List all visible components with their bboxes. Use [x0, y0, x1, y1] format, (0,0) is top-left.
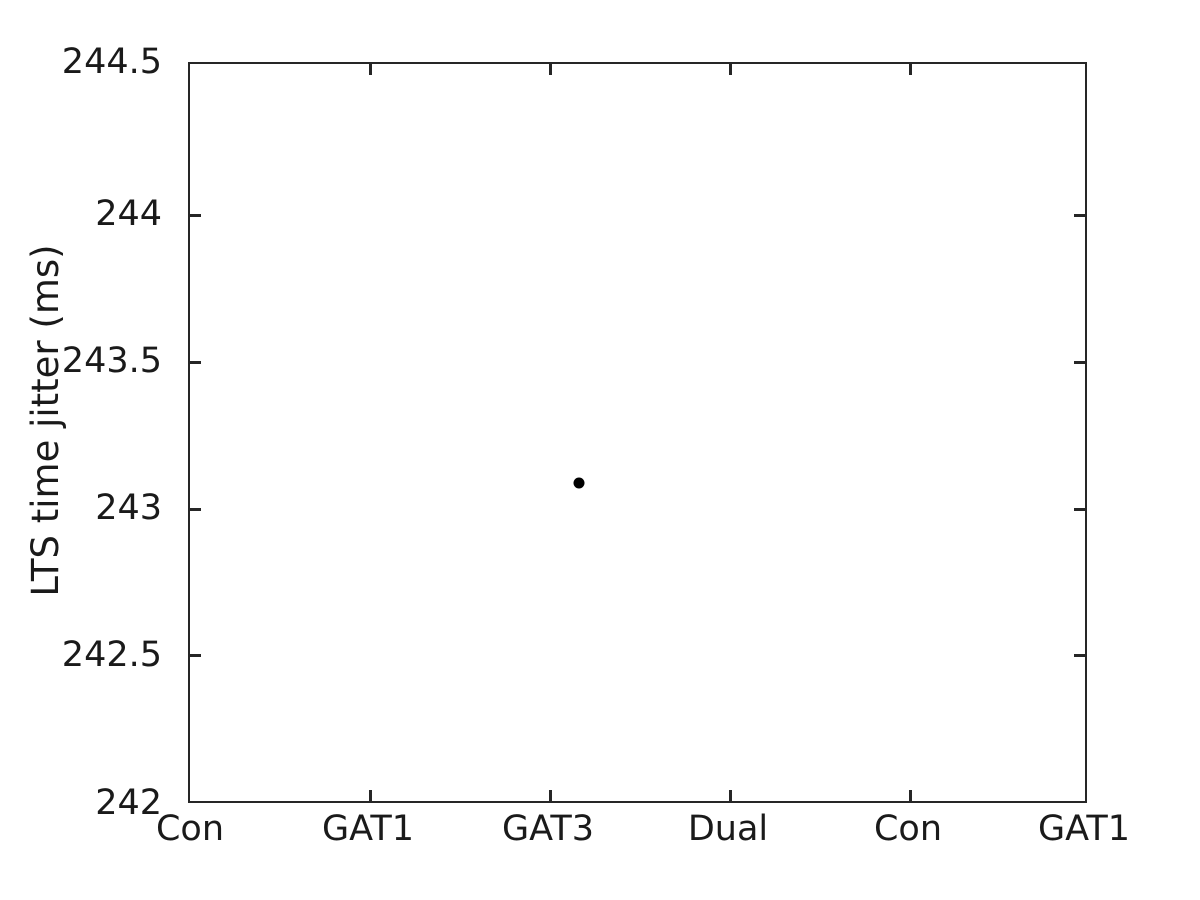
y-tick-label-243: 243 — [95, 488, 162, 528]
x-tick-label-4: Dual — [687, 809, 769, 849]
x-tick-label-1: Con — [155, 809, 225, 849]
y-tick-mark-243 — [190, 508, 201, 511]
x-tick-mark-con-b — [909, 790, 912, 801]
x-tick-mark-top-gat3 — [549, 64, 552, 75]
y-tick-label-244: 244 — [95, 194, 162, 234]
y-tick-mark-right-242-5 — [1074, 654, 1085, 657]
x-tick-mark-gat1-a — [369, 790, 372, 801]
x-tick-mark-gat3 — [549, 790, 552, 801]
y-tick-mark-242-5 — [190, 654, 201, 657]
y-tick-mark-243-5 — [190, 361, 201, 364]
x-tick-label-2: GAT1 — [322, 809, 414, 849]
x-tick-label-6: GAT1 — [1038, 809, 1130, 849]
x-tick-mark-dual — [729, 790, 732, 801]
figure-canvas: LTS time jitter (ms) 242 242.5 243 243.5… — [0, 0, 1200, 900]
x-tick-mark-top-dual — [729, 64, 732, 75]
x-tick-label-3: GAT3 — [502, 809, 594, 849]
x-tick-mark-top-gat1-a — [369, 64, 372, 75]
y-axis-label: LTS time jitter (ms) — [24, 244, 67, 597]
y-tick-label-244-5: 244.5 — [61, 42, 162, 82]
y-tick-label-242-5: 242.5 — [61, 635, 162, 675]
y-tick-mark-244 — [190, 214, 201, 217]
y-tick-mark-right-243 — [1074, 508, 1085, 511]
data-point-gat3[interactable] — [573, 477, 585, 489]
x-tick-label-5: Con — [873, 809, 943, 849]
plot-area — [188, 62, 1087, 803]
y-tick-label-243-5: 243.5 — [61, 341, 162, 381]
x-tick-mark-top-con-b — [909, 64, 912, 75]
y-tick-mark-right-243-5 — [1074, 361, 1085, 364]
y-tick-mark-right-244 — [1074, 214, 1085, 217]
y-tick-label-242: 242 — [95, 783, 162, 823]
